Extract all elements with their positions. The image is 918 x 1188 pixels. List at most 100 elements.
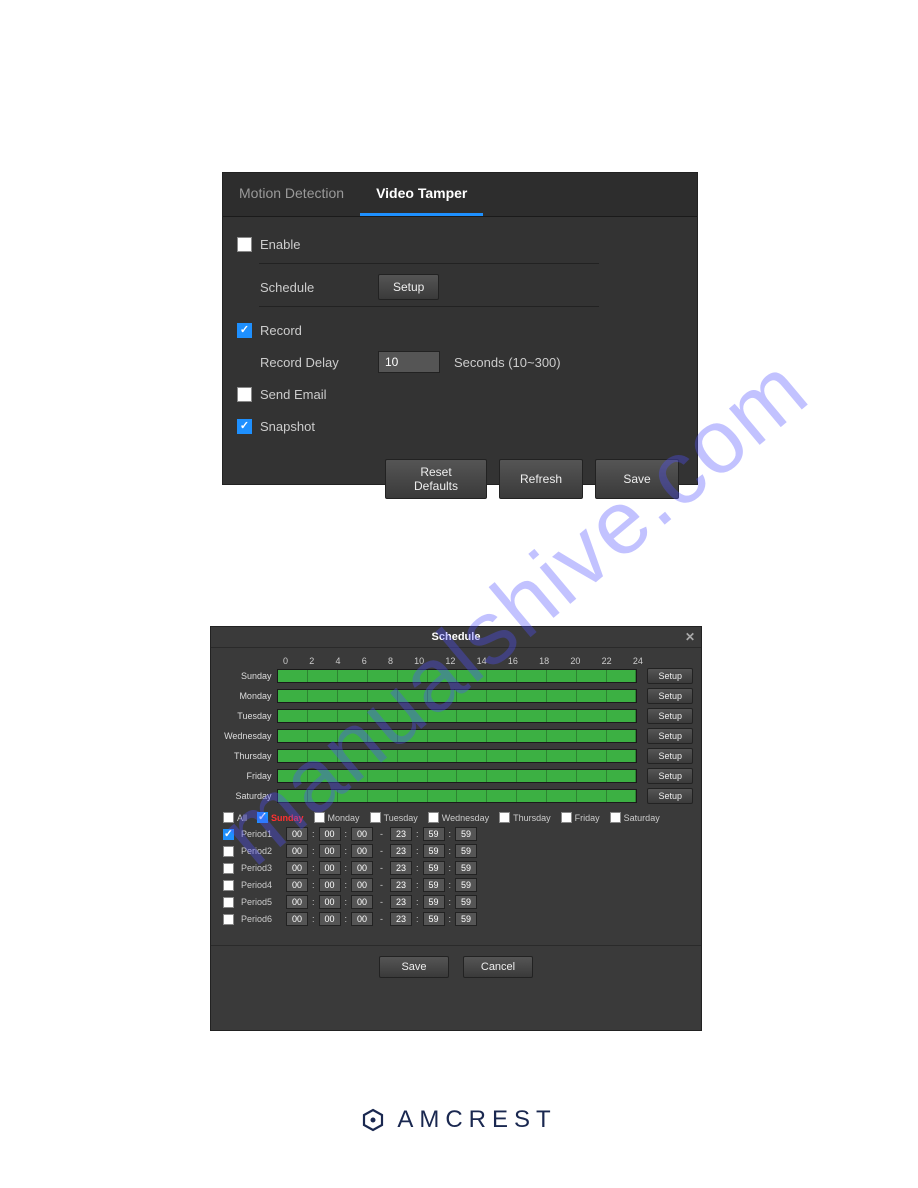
hour-tick: 16 <box>508 656 518 666</box>
hour-tick: 24 <box>633 656 643 666</box>
enable-checkbox[interactable] <box>237 237 252 252</box>
day-check-label: Tuesday <box>384 813 418 823</box>
snapshot-checkbox[interactable] <box>237 419 252 434</box>
period-end-hour[interactable] <box>390 878 412 892</box>
timeline[interactable] <box>277 789 637 803</box>
period-row: Period1::-:: <box>223 827 693 841</box>
period-checkbox[interactable] <box>223 863 234 874</box>
all-checkbox[interactable] <box>223 812 234 823</box>
close-icon[interactable]: ✕ <box>685 630 695 644</box>
period-start-sec[interactable] <box>351 827 373 841</box>
period-label: Period2 <box>241 846 283 856</box>
day-row: WednesdaySetup <box>219 728 693 744</box>
timeline[interactable] <box>277 769 637 783</box>
period-end-hour[interactable] <box>390 895 412 909</box>
day-setup-button[interactable]: Setup <box>647 788 693 804</box>
period-start-min[interactable] <box>319 878 341 892</box>
period-start-hour[interactable] <box>286 912 308 926</box>
period-checkbox[interactable] <box>223 829 234 840</box>
day-setup-button[interactable]: Setup <box>647 768 693 784</box>
send-email-label: Send Email <box>260 387 326 402</box>
period-end-hour[interactable] <box>390 912 412 926</box>
period-start-sec[interactable] <box>351 844 373 858</box>
timeline[interactable] <box>277 709 637 723</box>
schedule-setup-button[interactable]: Setup <box>378 274 439 300</box>
period-end-sec[interactable] <box>455 878 477 892</box>
period-checkbox[interactable] <box>223 846 234 857</box>
period-end-sec[interactable] <box>455 895 477 909</box>
period-start-min[interactable] <box>319 844 341 858</box>
schedule-save-button[interactable]: Save <box>379 956 449 978</box>
period-start-hour[interactable] <box>286 827 308 841</box>
day-checkbox[interactable] <box>499 812 510 823</box>
record-label: Record <box>260 323 302 338</box>
period-end-min[interactable] <box>423 895 445 909</box>
period-checkbox[interactable] <box>223 880 234 891</box>
period-start-hour[interactable] <box>286 861 308 875</box>
period-end-hour[interactable] <box>390 861 412 875</box>
period-label: Period5 <box>241 897 283 907</box>
period-checkbox[interactable] <box>223 897 234 908</box>
record-delay-input[interactable] <box>378 351 440 373</box>
period-end-min[interactable] <box>423 878 445 892</box>
schedule-title: Schedule <box>432 631 481 643</box>
hour-tick: 8 <box>388 656 393 666</box>
period-label: Period6 <box>241 914 283 924</box>
day-check-label: Friday <box>575 813 600 823</box>
period-end-sec[interactable] <box>455 827 477 841</box>
hour-tick: 0 <box>283 656 288 666</box>
day-checkbox[interactable] <box>257 812 268 823</box>
schedule-cancel-button[interactable]: Cancel <box>463 956 533 978</box>
day-setup-button[interactable]: Setup <box>647 688 693 704</box>
hour-tick: 12 <box>445 656 455 666</box>
reset-defaults-button[interactable]: Reset Defaults <box>385 459 487 499</box>
day-checkbox[interactable] <box>561 812 572 823</box>
period-end-hour[interactable] <box>390 827 412 841</box>
day-setup-button[interactable]: Setup <box>647 748 693 764</box>
period-checkbox[interactable] <box>223 914 234 925</box>
day-checkbox[interactable] <box>370 812 381 823</box>
period-end-min[interactable] <box>423 844 445 858</box>
period-row: Period5::-:: <box>223 895 693 909</box>
day-checkbox[interactable] <box>314 812 325 823</box>
day-setup-button[interactable]: Setup <box>647 728 693 744</box>
period-start-hour[interactable] <box>286 878 308 892</box>
timeline[interactable] <box>277 669 637 683</box>
day-label: Thursday <box>219 751 277 761</box>
period-start-min[interactable] <box>319 912 341 926</box>
period-end-hour[interactable] <box>390 844 412 858</box>
send-email-checkbox[interactable] <box>237 387 252 402</box>
period-start-sec[interactable] <box>351 861 373 875</box>
period-start-sec[interactable] <box>351 895 373 909</box>
tab-video-tamper[interactable]: Video Tamper <box>360 173 483 216</box>
period-end-min[interactable] <box>423 827 445 841</box>
day-checkbox[interactable] <box>428 812 439 823</box>
hour-tick: 10 <box>414 656 424 666</box>
period-start-min[interactable] <box>319 895 341 909</box>
period-start-hour[interactable] <box>286 844 308 858</box>
period-start-sec[interactable] <box>351 878 373 892</box>
period-start-min[interactable] <box>319 861 341 875</box>
brand-text: AMCREST <box>397 1106 556 1134</box>
day-label: Monday <box>219 691 277 701</box>
period-end-min[interactable] <box>423 861 445 875</box>
period-end-min[interactable] <box>423 912 445 926</box>
period-end-sec[interactable] <box>455 912 477 926</box>
day-setup-button[interactable]: Setup <box>647 708 693 724</box>
day-setup-button[interactable]: Setup <box>647 668 693 684</box>
period-row: Period3::-:: <box>223 861 693 875</box>
save-button[interactable]: Save <box>595 459 679 499</box>
day-checkbox[interactable] <box>610 812 621 823</box>
tab-motion-detection[interactable]: Motion Detection <box>223 173 360 216</box>
timeline[interactable] <box>277 689 637 703</box>
period-start-hour[interactable] <box>286 895 308 909</box>
day-row: FridaySetup <box>219 768 693 784</box>
timeline[interactable] <box>277 749 637 763</box>
refresh-button[interactable]: Refresh <box>499 459 583 499</box>
period-start-sec[interactable] <box>351 912 373 926</box>
period-end-sec[interactable] <box>455 844 477 858</box>
timeline[interactable] <box>277 729 637 743</box>
record-checkbox[interactable] <box>237 323 252 338</box>
period-start-min[interactable] <box>319 827 341 841</box>
period-end-sec[interactable] <box>455 861 477 875</box>
